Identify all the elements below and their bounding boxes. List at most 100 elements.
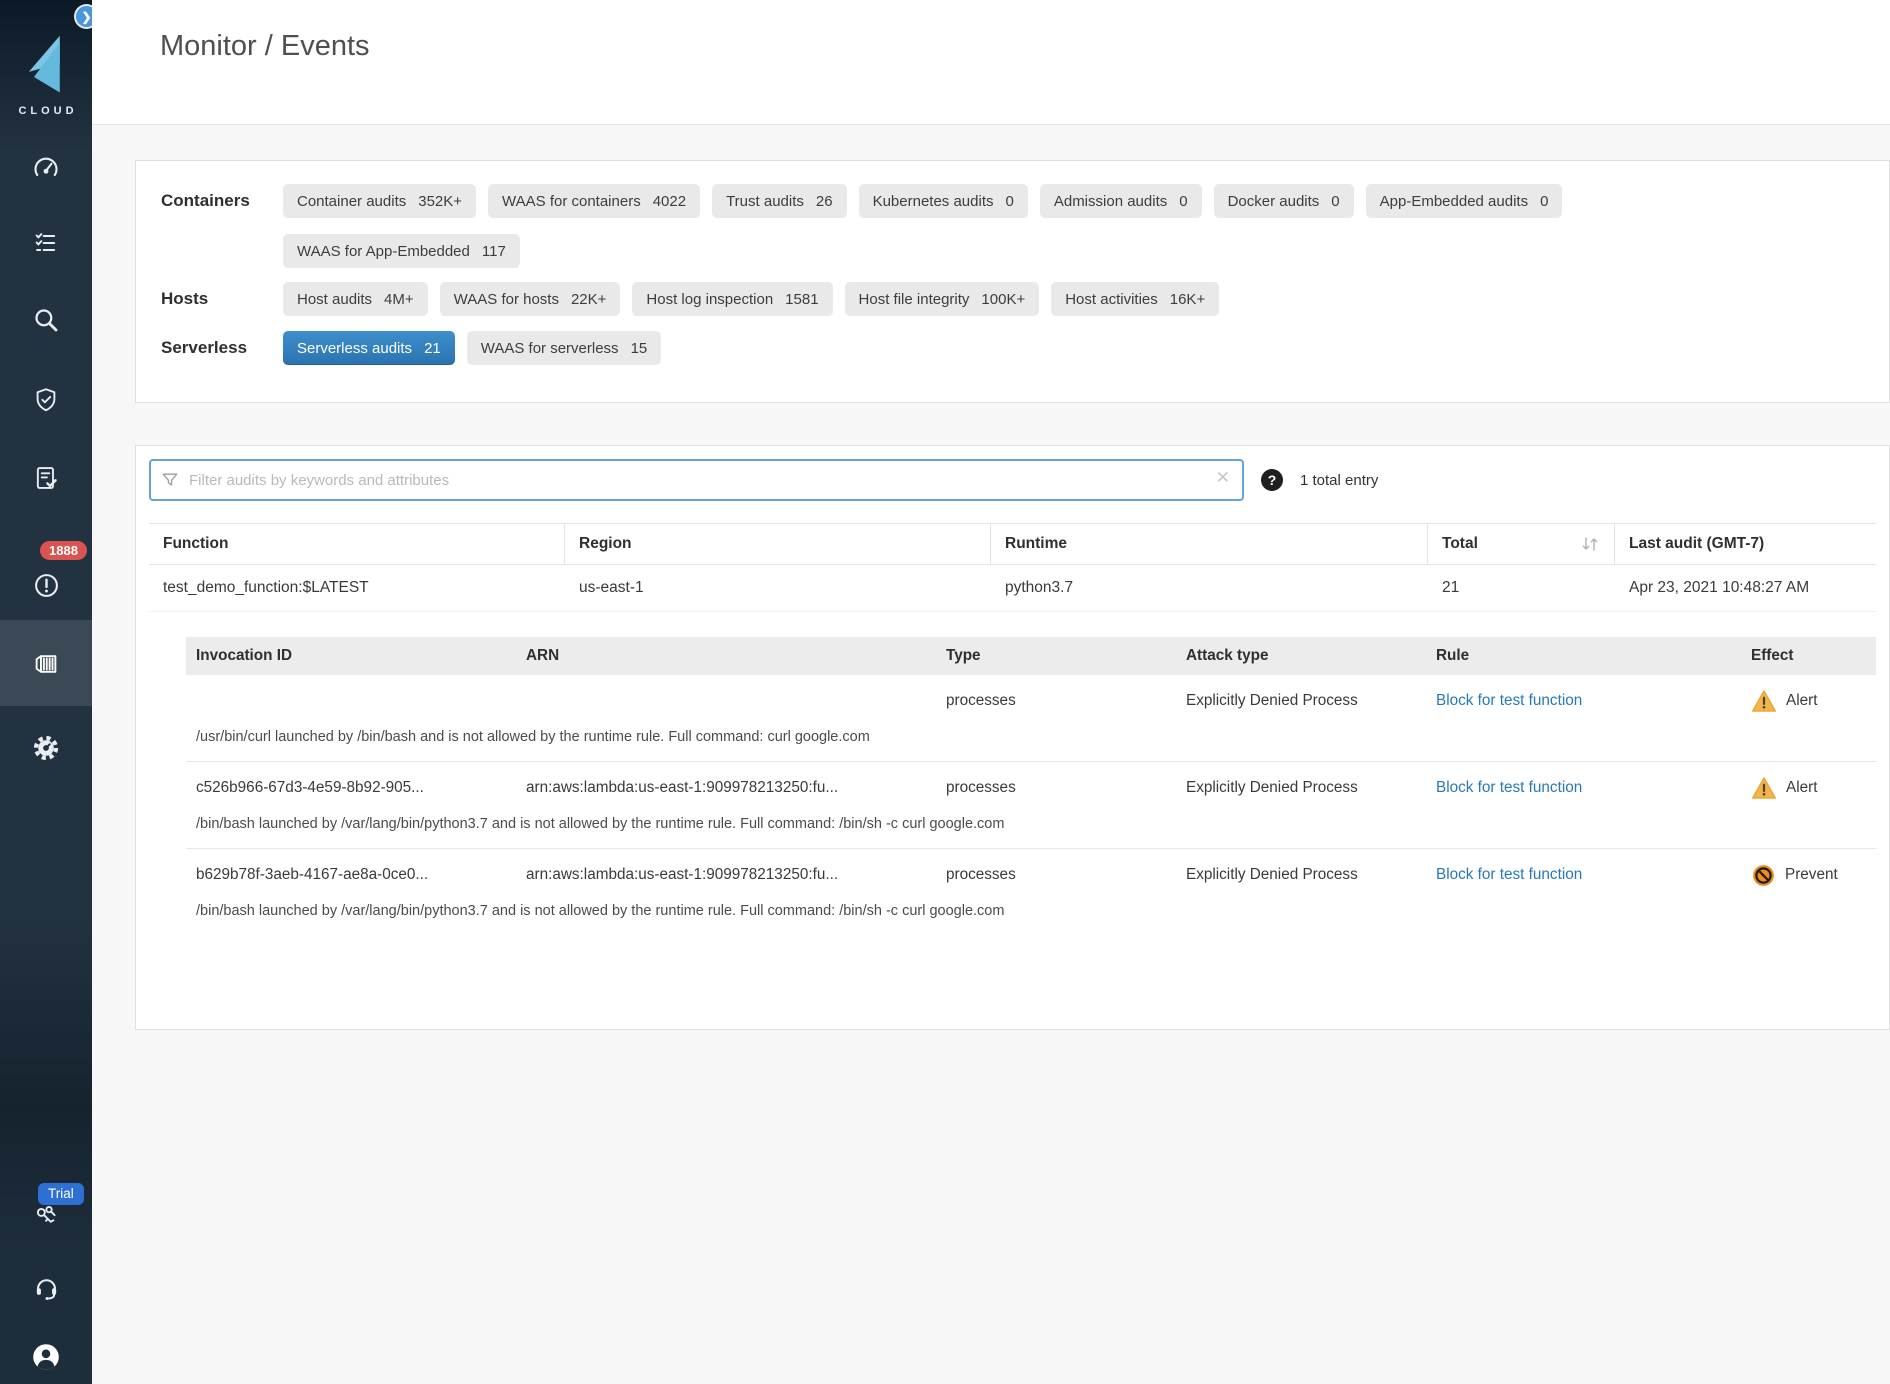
sidebar-item-compliance[interactable] (0, 378, 92, 422)
filter-audits-input[interactable] (149, 459, 1244, 501)
logo-text: CLOUD (0, 105, 92, 117)
sidebar: CLOUD (0, 0, 92, 1384)
clear-filter-icon[interactable]: ✕ (1216, 468, 1230, 488)
chip-waas-for-hosts[interactable]: WAAS for hosts 22K+ (440, 282, 621, 316)
help-icon[interactable]: ? (1261, 469, 1283, 491)
sidebar-item-profile[interactable] (0, 1335, 92, 1379)
sort-arrows-icon (1580, 536, 1600, 552)
sidebar-item-alerts[interactable] (0, 563, 92, 607)
alerts-count-badge: 1888 (40, 541, 87, 560)
chip-waas-for-serverless[interactable]: WAAS for serverless 15 (467, 331, 662, 365)
chip-label: Kubernetes audits (873, 193, 994, 210)
column-header-total[interactable]: Total (1428, 524, 1615, 564)
chip-host-log-inspection[interactable]: Host log inspection 1581 (632, 282, 832, 316)
attack-type-cell: Explicitly Denied Process (1176, 779, 1426, 797)
chip-label: Admission audits (1054, 193, 1167, 210)
column-header-total-label: Total (1442, 535, 1478, 553)
audit-row[interactable]: c526b966-67d3-4e59-8b92-905... arn:aws:l… (186, 762, 1876, 814)
chip-count: 15 (631, 340, 648, 357)
chip-label: Host log inspection (646, 291, 773, 308)
rule-link[interactable]: Block for test function (1436, 866, 1582, 883)
keys-icon (32, 1204, 60, 1232)
audit-row[interactable]: processes Explicitly Denied Process Bloc… (186, 675, 1876, 727)
chip-serverless-audits[interactable]: Serverless audits 21 (283, 331, 455, 365)
column-header-invocation-id: Invocation ID (186, 647, 516, 665)
function-name-cell: test_demo_function:$LATEST (149, 565, 565, 611)
total-entries-label: 1 total entry (1300, 472, 1378, 489)
column-header-type: Type (936, 647, 1176, 665)
sidebar-item-defend[interactable] (0, 221, 92, 265)
chip-label: Trust audits (726, 193, 804, 210)
document-check-icon (32, 464, 60, 492)
chip-waas-for-containers[interactable]: WAAS for containers4022 (488, 184, 700, 218)
chip-count: 1581 (785, 291, 818, 308)
chip-count: 26 (816, 193, 833, 210)
audit-row-block: b629b78f-3aeb-4167-ae8a-0ce0... arn:aws:… (186, 849, 1876, 935)
column-header-rule: Rule (1426, 647, 1741, 665)
chip-host-activities[interactable]: Host activities16K+ (1051, 282, 1219, 316)
chip-count: 0 (1331, 193, 1339, 210)
column-header-arn: ARN (516, 647, 936, 665)
rule-link[interactable]: Block for test function (1436, 779, 1582, 796)
chip-docker-audits[interactable]: Docker audits0 (1214, 184, 1354, 218)
audits-table-header: Invocation ID ARN Type Attack type Rule … (186, 637, 1876, 675)
effect-cell: Prevent (1741, 863, 1876, 888)
chip-count: 352K+ (418, 193, 462, 210)
column-header-runtime: Runtime (991, 524, 1428, 564)
category-row-containers: Containers Container audits 352K+ WAAS fo… (161, 184, 1869, 268)
chip-count: 0 (1179, 193, 1187, 210)
filter-funnel-icon (161, 471, 179, 489)
audits-table: Invocation ID ARN Type Attack type Rule … (186, 637, 1876, 935)
audit-row-block: c526b966-67d3-4e59-8b92-905... arn:aws:l… (186, 762, 1876, 849)
chip-kubernetes-audits[interactable]: Kubernetes audits 0 (859, 184, 1028, 218)
chip-label: Container audits (297, 193, 406, 210)
chip-count: 4M+ (384, 291, 414, 308)
filter-toolbar: ✕ ? 1 total entry (149, 459, 1876, 501)
chip-admission-audits[interactable]: Admission audits 0 (1040, 184, 1202, 218)
functions-table-header: Function Region Runtime Total Last audit… (149, 523, 1876, 565)
chip-host-audits[interactable]: Host audits 4M+ (283, 282, 428, 316)
arn-cell: arn:aws:lambda:us-east-1:909978213250:fu… (516, 779, 936, 797)
invocation-id-cell: b629b78f-3aeb-4167-ae8a-0ce0... (186, 866, 516, 884)
column-header-region: Region (565, 524, 991, 564)
sidebar-item-investigate[interactable] (0, 298, 92, 342)
filter-input-wrapper: ✕ (149, 459, 1244, 501)
sidebar-item-settings[interactable] (0, 726, 92, 770)
user-account-icon (30, 1341, 62, 1373)
audit-message: /bin/bash launched by /var/lang/bin/pyth… (186, 814, 1876, 848)
chip-label: WAAS for serverless (481, 340, 619, 357)
sidebar-item-containers[interactable] (0, 641, 92, 685)
chip-count: 21 (424, 340, 441, 357)
chip-host-file-integrity[interactable]: Host file integrity100K+ (845, 282, 1040, 316)
function-row[interactable]: test_demo_function:$LATEST us-east-1 pyt… (149, 565, 1876, 612)
audit-row[interactable]: b629b78f-3aeb-4167-ae8a-0ce0... arn:aws:… (186, 849, 1876, 901)
rule-cell: Block for test function (1426, 692, 1741, 710)
effect-label: Alert (1786, 779, 1817, 797)
chip-app-embedded-audits[interactable]: App-Embedded audits0 (1366, 184, 1563, 218)
page-header: Monitor / Events (92, 0, 1890, 125)
rule-link[interactable]: Block for test function (1436, 692, 1582, 709)
chip-count: 0 (1006, 193, 1014, 210)
arn-cell: arn:aws:lambda:us-east-1:909978213250:fu… (516, 866, 936, 884)
chip-container-audits[interactable]: Container audits 352K+ (283, 184, 476, 218)
sidebar-item-policies[interactable] (0, 456, 92, 500)
type-cell: processes (936, 866, 1176, 884)
chip-label: Host file integrity (859, 291, 970, 308)
alert-warning-icon (1751, 776, 1777, 800)
audit-message: /bin/bash launched by /var/lang/bin/pyth… (186, 901, 1876, 935)
chip-count: 4022 (653, 193, 686, 210)
chip-label: WAAS for hosts (454, 291, 559, 308)
chip-count: 117 (482, 243, 506, 260)
chip-label: Host audits (297, 291, 372, 308)
chip-count: 22K+ (571, 291, 606, 308)
sidebar-item-dashboard[interactable] (0, 146, 92, 190)
category-label: Containers (161, 184, 283, 218)
sidebar-item-support[interactable] (0, 1265, 92, 1309)
column-header-attack-type: Attack type (1176, 647, 1426, 665)
total-cell: 21 (1428, 565, 1615, 611)
chip-label: Serverless audits (297, 340, 412, 357)
chip-waas-for-app-embedded[interactable]: WAAS for App-Embedded117 (283, 234, 520, 268)
chip-trust-audits[interactable]: Trust audits 26 (712, 184, 847, 218)
last-audit-cell: Apr 23, 2021 10:48:27 AM (1615, 565, 1876, 611)
column-header-last-audit: Last audit (GMT-7) (1615, 524, 1876, 564)
